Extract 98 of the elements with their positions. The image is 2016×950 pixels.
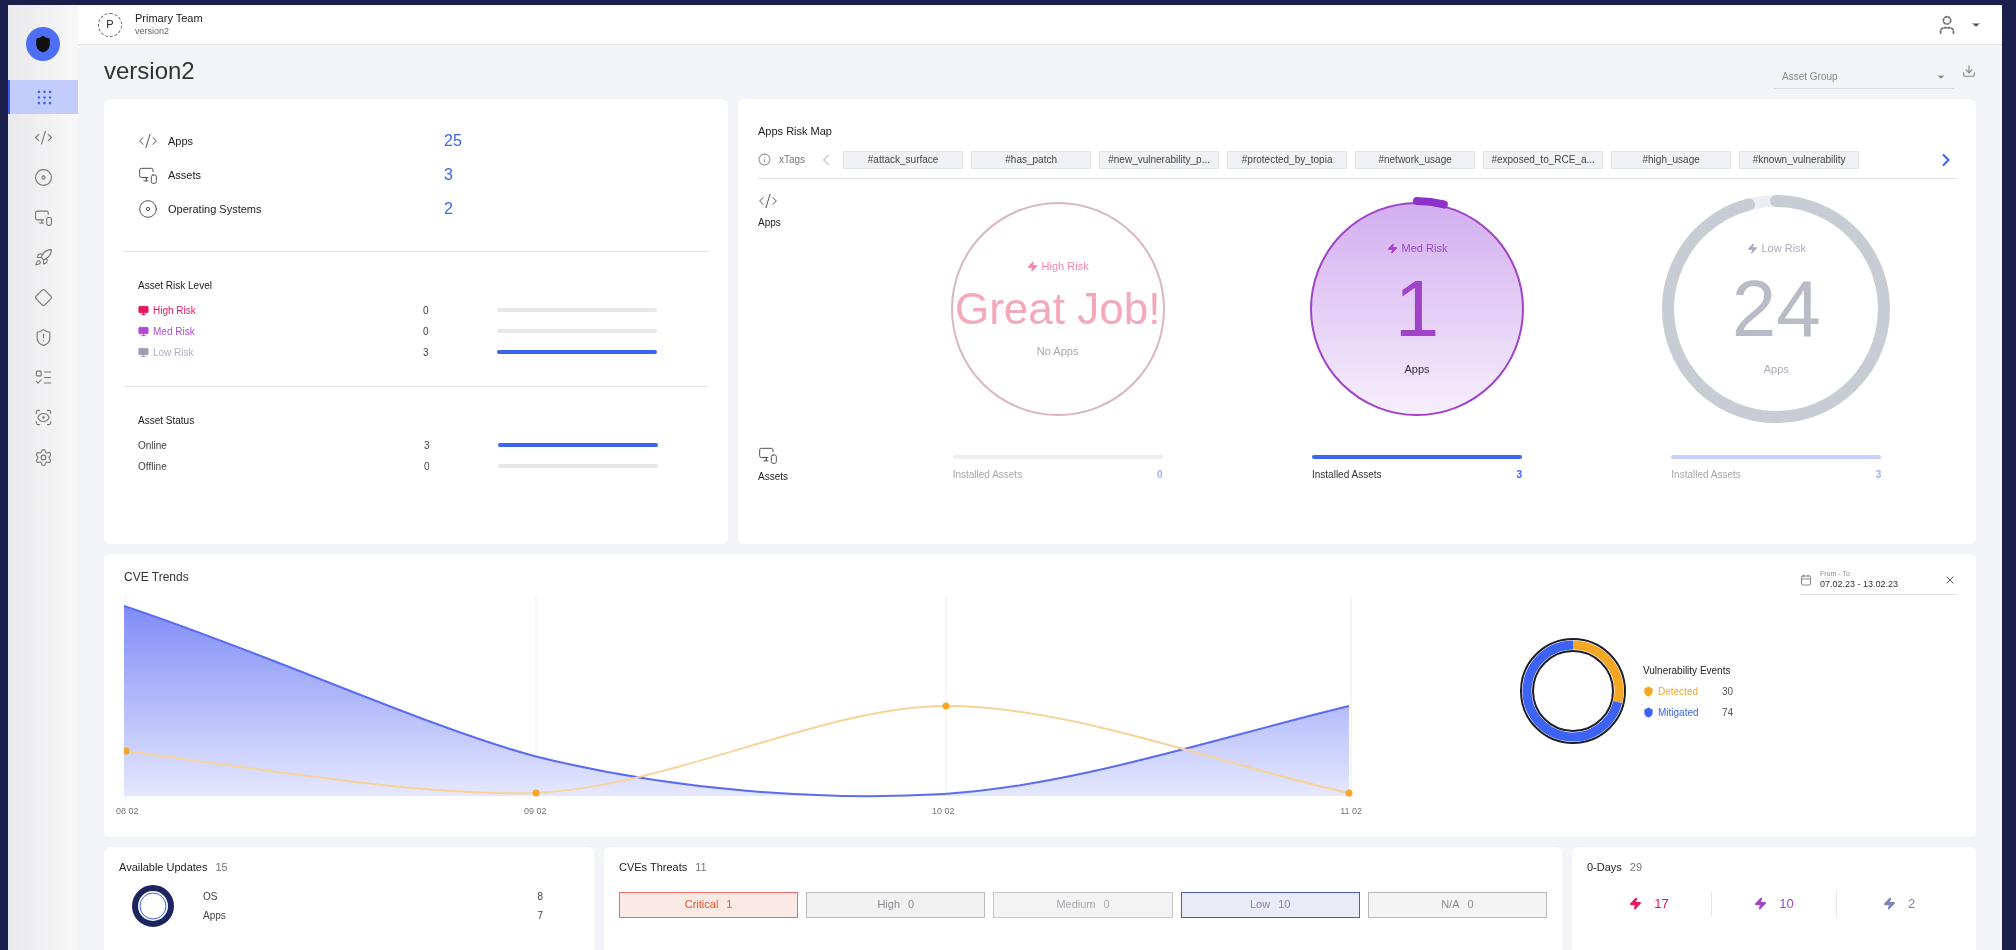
zero-day-count: 2	[1907, 894, 1916, 913]
summary-icon	[138, 199, 158, 219]
row-label: Apps	[758, 215, 781, 230]
axis-label: 09 02	[524, 805, 547, 818]
card-title: Apps Risk Map	[758, 124, 833, 139]
risk-count: 24	[1731, 268, 1821, 349]
update-count: 7	[537, 908, 543, 923]
risk-count: 1	[1394, 268, 1440, 349]
risk-label: Med Risk	[153, 324, 196, 339]
tag-chip[interactable]: #has_patch	[971, 150, 1092, 169]
axis-label: 10 02	[932, 805, 955, 818]
card-count: 29	[1629, 860, 1643, 875]
update-label: Apps	[203, 908, 226, 923]
section-title: Asset Risk Level	[138, 279, 213, 293]
asset-icon	[138, 304, 149, 316]
installed-assets-count: 0	[1157, 467, 1163, 482]
tag-chip[interactable]: #protected_by_topia	[1227, 150, 1348, 169]
bolt-icon	[1386, 242, 1398, 254]
risk-label: High Risk	[1041, 259, 1089, 274]
shield-alert-icon	[1643, 685, 1654, 697]
bolt-icon	[1629, 897, 1643, 910]
tag-chip[interactable]: #attack_surface	[843, 150, 964, 169]
summary-icon	[138, 165, 158, 185]
summary-label: Operating Systems	[168, 201, 263, 217]
risk-label: Low Risk	[1761, 241, 1807, 256]
risk-caption: Apps	[1404, 361, 1430, 377]
update-label: OS	[203, 889, 218, 904]
legend-value: 30	[1722, 684, 1734, 699]
os-icon	[33, 167, 53, 187]
bolt-icon	[1026, 260, 1038, 272]
tag-chip[interactable]: #exposed_to_RCE_a...	[1483, 150, 1604, 169]
update-count: 8	[537, 889, 543, 904]
section-title: Asset Status	[138, 414, 196, 428]
card-count: 15	[215, 860, 228, 875]
installed-assets-label: Installed Assets	[1671, 467, 1741, 482]
updates-ring-icon	[131, 883, 175, 928]
eye-icon	[33, 407, 53, 427]
asset-icon	[138, 325, 149, 337]
installed-assets-label: Installed Assets	[1312, 467, 1382, 482]
summary-value: 25	[444, 131, 462, 151]
asset-icon	[138, 346, 149, 358]
row-label: Assets	[758, 470, 788, 484]
risk-label: Low Risk	[153, 345, 195, 360]
risk-caption: Apps	[1763, 361, 1789, 377]
tag-chip[interactable]: #high_usage	[1611, 150, 1732, 169]
zero-day-count: 17	[1654, 894, 1669, 913]
download-icon[interactable]	[1962, 64, 1976, 78]
risk-caption: No Apps	[1036, 343, 1079, 359]
tag-chip[interactable]: #new_vulnerability_p...	[1099, 150, 1220, 169]
rocket-icon	[33, 247, 53, 267]
risk-count: Great Job!	[954, 286, 1161, 331]
workspace-name: version2	[135, 25, 171, 37]
legend-label: Detected	[1658, 684, 1700, 699]
calendar-icon	[1800, 574, 1812, 586]
risk-label: Med Risk	[1401, 241, 1448, 256]
summary-label: Assets	[168, 167, 202, 183]
risk-count: 0	[423, 303, 430, 318]
summary-icon	[138, 131, 158, 151]
installed-assets-count: 3	[1875, 467, 1882, 482]
axis-label: 08 02	[116, 805, 139, 818]
card-title: Available Updates	[119, 860, 208, 875]
tag-chip[interactable]: #known_vulnerability	[1739, 150, 1860, 169]
axis-label: 11 02	[1340, 805, 1362, 818]
tag-chip[interactable]: #network_usage	[1355, 150, 1476, 169]
status-count: 3	[424, 438, 431, 453]
legend-title: Vulnerability Events	[1643, 663, 1732, 678]
card-title: CVE Trends	[124, 569, 190, 586]
card-title: 0-Days	[1587, 860, 1622, 875]
status-label: Offline	[138, 459, 168, 474]
settings-icon	[33, 447, 53, 467]
shield-check-icon	[1643, 706, 1654, 718]
risk-count: 0	[423, 324, 430, 339]
diamond-icon	[33, 287, 53, 307]
risk-label: High Risk	[153, 303, 197, 318]
team-name: Primary Team	[135, 12, 203, 26]
info-icon[interactable]	[758, 153, 771, 166]
close-icon[interactable]	[1944, 574, 1956, 586]
summary-value: 3	[444, 165, 453, 185]
summary-value: 2	[444, 199, 453, 219]
card-title: CVEs Threats	[619, 860, 688, 875]
risk-count: 3	[423, 345, 430, 360]
logo-icon	[26, 27, 60, 61]
page-title: version2	[104, 56, 195, 86]
installed-assets-label: Installed Assets	[952, 467, 1023, 482]
sidebar-item[interactable]	[8, 80, 78, 114]
tags-label: xTags	[779, 153, 806, 167]
legend-label: Mitigated	[1658, 705, 1700, 720]
assets-icon	[758, 445, 778, 465]
status-count: 0	[424, 459, 431, 474]
summary-label: Apps	[168, 133, 195, 149]
card-count: 11	[695, 860, 707, 875]
bolt-icon	[1754, 897, 1768, 910]
zero-day-count: 10	[1779, 894, 1794, 913]
bolt-icon	[1746, 242, 1758, 254]
installed-assets-count: 3	[1516, 467, 1522, 482]
status-label: Online	[138, 438, 168, 453]
bolt-icon	[1882, 897, 1896, 910]
legend-value: 74	[1722, 705, 1734, 720]
